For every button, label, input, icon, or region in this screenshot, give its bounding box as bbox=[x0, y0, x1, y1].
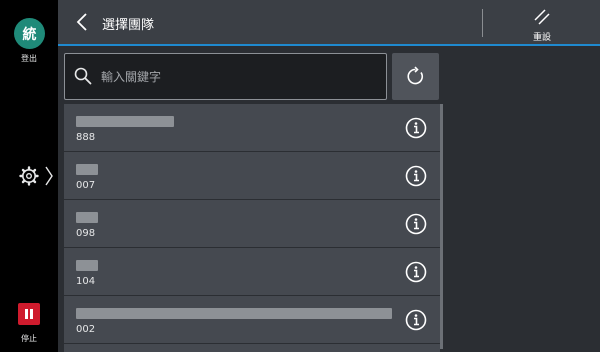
reset-icon[interactable] bbox=[532, 7, 552, 27]
stop-button[interactable] bbox=[18, 303, 40, 325]
info-icon[interactable] bbox=[405, 165, 427, 187]
team-id: 098 bbox=[76, 228, 96, 239]
team-list: 888 007 098 104 002 bbox=[64, 104, 440, 344]
info-icon[interactable] bbox=[405, 117, 427, 139]
left-rail: 統 登出 停止 bbox=[0, 0, 58, 352]
stop-label: 停止 bbox=[21, 334, 37, 343]
redacted-name bbox=[76, 260, 98, 271]
refresh-icon bbox=[407, 66, 424, 85]
team-id: 007 bbox=[76, 180, 96, 191]
redacted-name bbox=[76, 116, 174, 127]
list-item[interactable]: 104 bbox=[64, 248, 440, 295]
redacted-name bbox=[76, 212, 98, 223]
header-divider bbox=[482, 9, 483, 37]
page-title: 選擇團隊 bbox=[102, 18, 155, 33]
search-box[interactable] bbox=[64, 53, 387, 100]
list-item[interactable]: 002 bbox=[64, 296, 440, 343]
list-item-partial bbox=[64, 344, 440, 352]
info-icon[interactable] bbox=[405, 213, 427, 235]
list-item[interactable]: 098 bbox=[64, 200, 440, 247]
team-id: 104 bbox=[76, 276, 96, 287]
list-item[interactable]: 888 bbox=[64, 104, 440, 151]
back-chevron-icon[interactable] bbox=[76, 12, 88, 32]
team-id: 888 bbox=[76, 132, 96, 143]
refresh-button[interactable] bbox=[392, 53, 439, 100]
team-id: 002 bbox=[76, 324, 96, 335]
search-icon bbox=[74, 67, 92, 85]
reset-button[interactable]: 重設 bbox=[524, 30, 560, 43]
logout-label[interactable]: 登出 bbox=[0, 53, 58, 64]
list-item[interactable]: 007 bbox=[64, 152, 440, 199]
header-accent-line bbox=[58, 44, 600, 46]
chevron-right-icon[interactable] bbox=[44, 165, 54, 187]
user-avatar[interactable]: 統 bbox=[14, 18, 45, 49]
search-input[interactable] bbox=[101, 54, 381, 99]
redacted-name bbox=[76, 308, 392, 319]
redacted-name bbox=[76, 164, 98, 175]
gear-icon[interactable] bbox=[19, 166, 39, 186]
info-icon[interactable] bbox=[405, 309, 427, 331]
info-icon[interactable] bbox=[405, 261, 427, 283]
scrollbar[interactable] bbox=[440, 104, 443, 349]
